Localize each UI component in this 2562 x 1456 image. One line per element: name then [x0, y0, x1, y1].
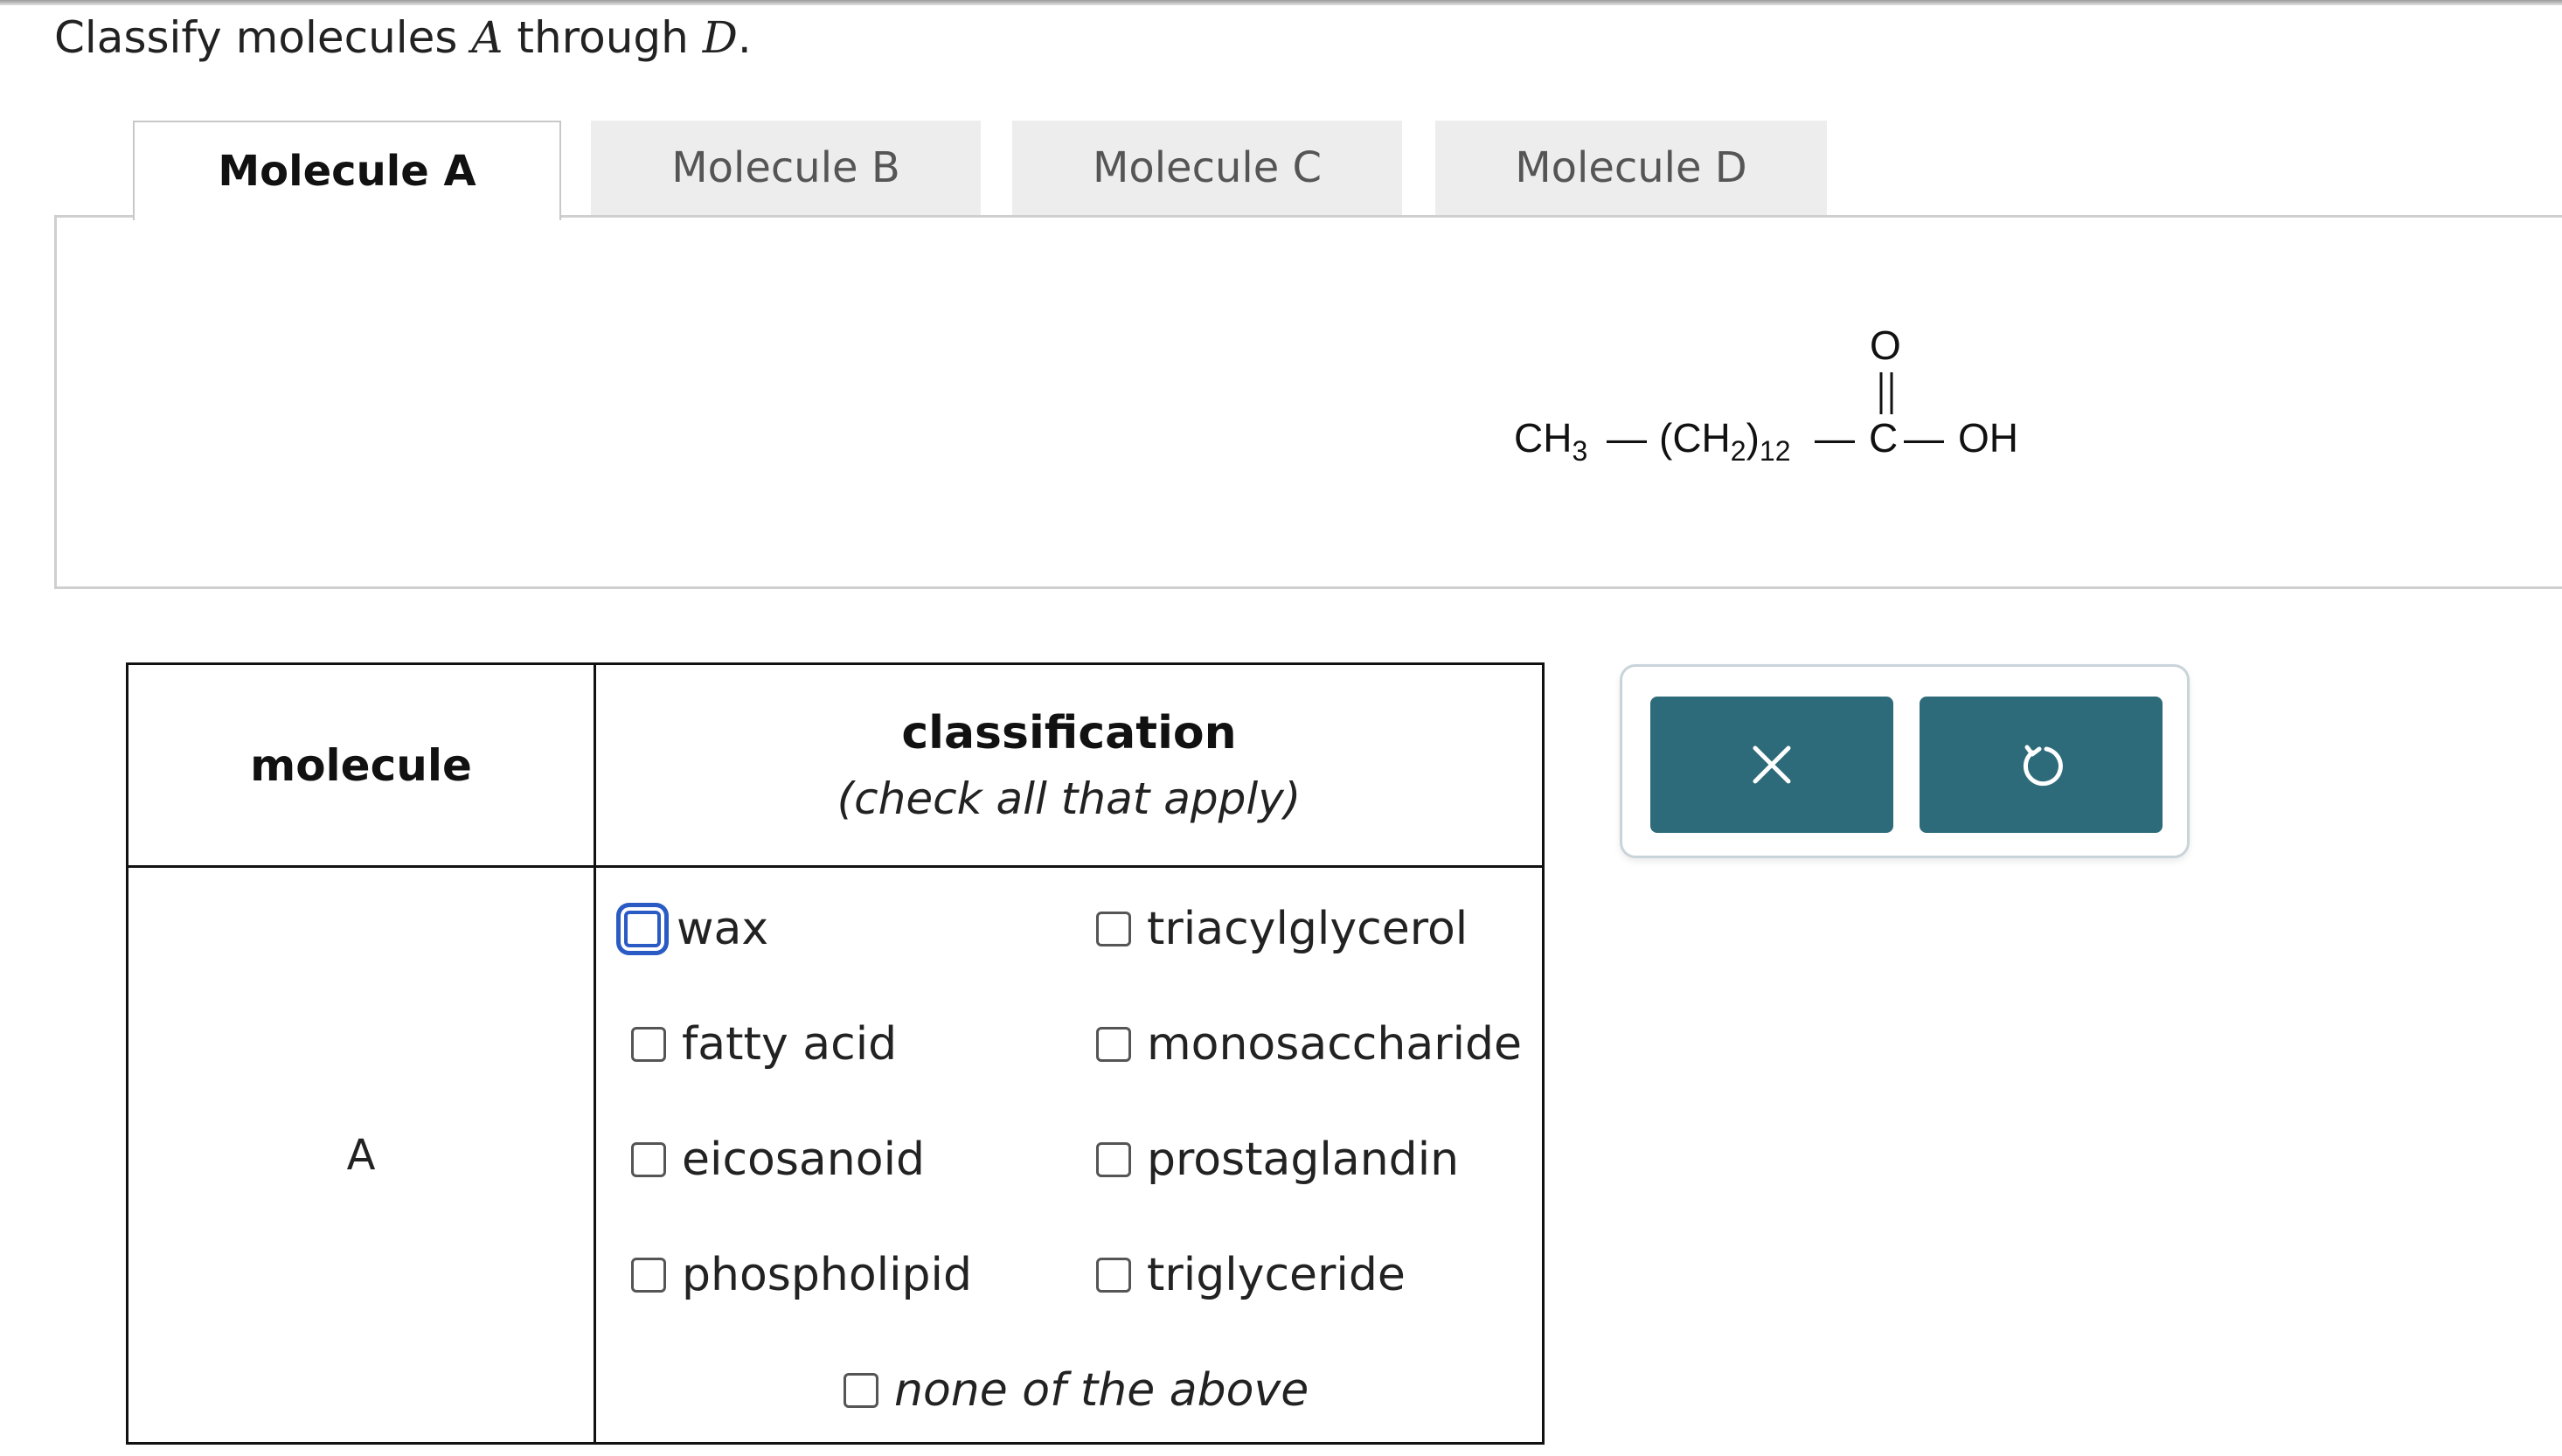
option-eicosanoid[interactable]: eicosanoid — [631, 1134, 925, 1186]
checkbox[interactable] — [1096, 1027, 1131, 1062]
classification-title: classification — [901, 706, 1237, 759]
top-shadow-bar — [0, 0, 2562, 5]
options-cell: wax fatty acid eicosanoid phospholipid t… — [594, 865, 1545, 1445]
option-prostaglandin[interactable]: prostaglandin — [1096, 1134, 1459, 1186]
tab-molecule-c[interactable]: Molecule C — [1012, 121, 1402, 215]
bond-1: — — [1607, 415, 1647, 461]
option-none-of-the-above[interactable]: none of the above — [844, 1364, 1309, 1417]
row-label-a: A — [126, 865, 596, 1445]
checkbox[interactable] — [631, 1142, 666, 1177]
close-x-icon — [1753, 745, 1791, 784]
checkbox[interactable] — [631, 1027, 666, 1062]
undo-icon — [2023, 745, 2063, 787]
ch2-repeat-group: (CH2)12 — [1659, 415, 1791, 467]
bond-3: — — [1904, 415, 1944, 461]
classification-note: (check all that apply) — [837, 773, 1302, 824]
clear-button[interactable] — [1650, 697, 1893, 833]
header-molecule: molecule — [126, 662, 596, 868]
option-fatty-acid[interactable]: fatty acid — [631, 1018, 897, 1071]
tab-molecule-d[interactable]: Molecule D — [1435, 121, 1827, 215]
molecule-panel — [54, 215, 2562, 589]
question-prompt: Classify molecules A through D. — [54, 12, 752, 63]
checkbox[interactable] — [1096, 1142, 1131, 1177]
option-triglyceride[interactable]: triglyceride — [1096, 1249, 1406, 1301]
classification-table: molecule classification (check all that … — [126, 662, 1545, 1445]
option-phospholipid[interactable]: phospholipid — [631, 1249, 972, 1301]
var-a: A — [471, 12, 503, 63]
checkbox[interactable] — [1096, 1258, 1131, 1293]
tab-molecule-a[interactable]: Molecule A — [133, 121, 561, 220]
var-d: D — [702, 12, 738, 63]
ch3-group: CH3 — [1514, 415, 1588, 467]
reset-button[interactable] — [1920, 697, 2163, 833]
hydroxyl-group: OH — [1958, 415, 2018, 461]
checkbox[interactable] — [631, 1258, 666, 1293]
tab-molecule-b[interactable]: Molecule B — [591, 121, 981, 215]
checkbox[interactable] — [1096, 912, 1131, 946]
option-triacylglycerol[interactable]: triacylglycerol — [1096, 903, 1468, 955]
carbonyl-oxygen: O — [1870, 322, 1901, 368]
option-monosaccharide[interactable]: monosaccharide — [1096, 1018, 1522, 1071]
answer-actions — [1620, 664, 2190, 858]
double-bond — [1879, 372, 1893, 414]
checkbox[interactable] — [624, 911, 661, 947]
carbonyl-carbon: C — [1869, 415, 1899, 461]
bond-2: — — [1815, 415, 1855, 461]
header-classification: classification (check all that apply) — [594, 662, 1545, 868]
checkbox[interactable] — [844, 1373, 878, 1408]
option-wax[interactable]: wax — [624, 903, 768, 955]
